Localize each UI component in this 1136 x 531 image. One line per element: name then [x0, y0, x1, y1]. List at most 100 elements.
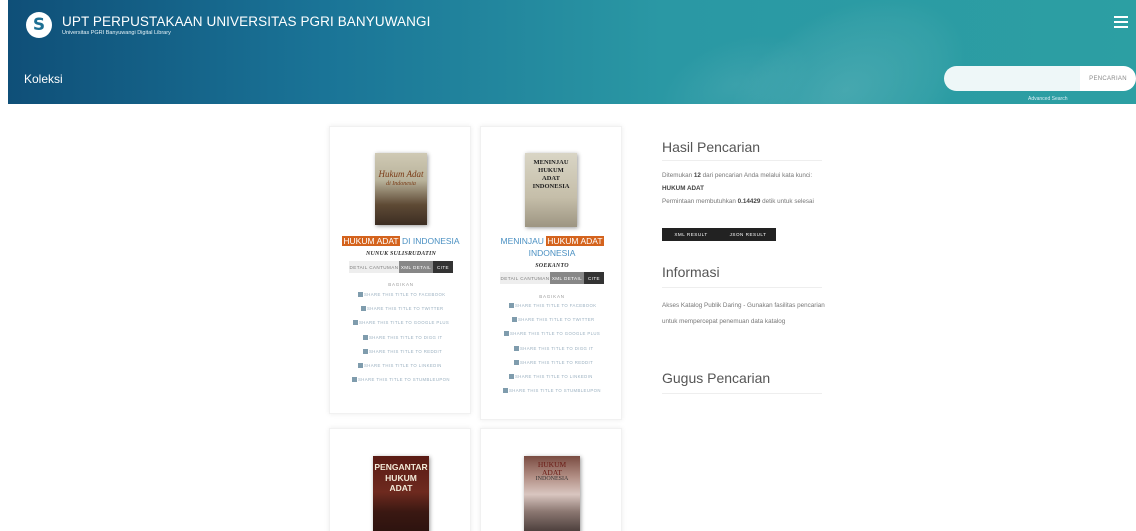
book-title-link[interactable]: MENINJAU HUKUM ADAT INDONESIA: [485, 235, 619, 259]
share-label: SHARE THIS TITLE TO TWITTER: [518, 317, 595, 322]
share-label: SHARE THIS TITLE TO FACEBOOK: [515, 303, 597, 308]
xml-detail-button[interactable]: XML DETAIL: [399, 261, 433, 273]
cover-title-line: di Indonesia: [386, 181, 416, 187]
share-label: SHARE THIS TITLE TO REDDIT: [369, 349, 443, 354]
share-label: SHARE THIS TITLE TO GOOGLE PLUS: [510, 331, 601, 336]
share-link-google-plus[interactable]: SHARE THIS TITLE TO GOOGLE PLUS: [353, 320, 449, 325]
share-link-facebook[interactable]: SHARE THIS TITLE TO FACEBOOK: [358, 292, 446, 297]
book-cover[interactable]: MENINJAU HUKUM ADAT INDONESIA: [525, 153, 577, 227]
broken-image-icon: [358, 363, 363, 368]
broken-image-icon: [352, 377, 357, 382]
share-label: SHARE THIS TITLE TO GOOGLE PLUS: [359, 320, 450, 325]
share-link-stumbleupon[interactable]: SHARE THIS TITLE TO STUMBLEUPON: [503, 388, 601, 393]
site-title[interactable]: UPT PERPUSTAKAAN UNIVERSITAS PGRI BANYUW…: [62, 14, 430, 29]
broken-image-icon: [514, 346, 519, 351]
broken-image-icon: [361, 306, 366, 311]
cover-title-line: HUKUM ADAT: [385, 473, 417, 493]
timing-value: 0.14429: [737, 198, 761, 205]
share-link-google-plus[interactable]: SHARE THIS TITLE TO GOOGLE PLUS: [504, 331, 600, 336]
xml-result-button[interactable]: XML RESULT: [662, 228, 720, 241]
xml-detail-button[interactable]: XML DETAIL: [550, 272, 584, 284]
results-divider: [662, 160, 822, 161]
share-heading: BAGIKAN: [539, 294, 565, 299]
results-text: Ditemukan: [662, 172, 694, 179]
share-label: SHARE THIS TITLE TO LINKEDIN: [364, 363, 442, 368]
cite-button[interactable]: CITE: [584, 272, 604, 284]
cluster-divider: [662, 393, 822, 394]
book-author: SOEKANTO: [535, 263, 569, 269]
title-highlight: ADAT: [375, 236, 400, 246]
detail-button[interactable]: DETAIL CANTUMAN: [349, 261, 399, 273]
library-logo[interactable]: S: [26, 12, 52, 38]
cover-title-line: Hukum Adat: [378, 169, 424, 179]
broken-image-icon: [363, 335, 368, 340]
cluster-heading: Gugus Pencarian: [662, 370, 771, 386]
share-label: SHARE THIS TITLE TO REDDIT: [520, 360, 594, 365]
info-divider: [662, 287, 822, 288]
share-link-digg[interactable]: SHARE THIS TITLE TO DIGG IT: [363, 335, 443, 340]
broken-image-icon: [353, 320, 358, 325]
share-link-digg[interactable]: SHARE THIS TITLE TO DIGG IT: [514, 346, 594, 351]
cover-title-line: MENINJAU: [533, 159, 569, 166]
share-label: SHARE THIS TITLE TO DIGG IT: [520, 346, 594, 351]
broken-image-icon: [514, 360, 519, 365]
share-link-linkedin[interactable]: SHARE THIS TITLE TO LINKEDIN: [509, 374, 593, 379]
share-link-twitter[interactable]: SHARE THIS TITLE TO TWITTER: [361, 306, 444, 311]
search-input[interactable]: [944, 66, 1080, 91]
share-link-stumbleupon[interactable]: SHARE THIS TITLE TO STUMBLEUPON: [352, 377, 450, 382]
book-title-link[interactable]: HUKUM ADAT DI INDONESIA: [334, 235, 468, 247]
page-title: Koleksi: [24, 72, 63, 86]
site-header: S UPT PERPUSTAKAAN UNIVERSITAS PGRI BANY…: [8, 0, 1136, 104]
timing-text: Permintaan membutuhkan: [662, 198, 738, 205]
cover-title-line: INDONESIA: [532, 183, 570, 190]
site-subtitle: Universitas PGRI Banyuwangi Digital Libr…: [62, 30, 171, 36]
share-link-twitter[interactable]: SHARE THIS TITLE TO TWITTER: [512, 317, 595, 322]
book-card: MENINJAU HUKUM ADAT INDONESIA MENINJAU H…: [480, 126, 622, 420]
share-link-reddit[interactable]: SHARE THIS TITLE TO REDDIT: [363, 349, 442, 354]
book-card: HUKUM ADAT INDONESIA: [480, 428, 622, 531]
results-keyword: HUKUM ADAT: [662, 185, 704, 192]
share-label: SHARE THIS TITLE TO DIGG IT: [369, 335, 443, 340]
logo-glyph: S: [32, 14, 46, 35]
share-heading: BAGIKAN: [388, 282, 414, 287]
broken-image-icon: [503, 388, 508, 393]
broken-image-icon: [363, 349, 368, 354]
broken-image-icon: [509, 374, 514, 379]
broken-image-icon: [512, 317, 517, 322]
book-cover[interactable]: Hukum Adat di Indonesia: [375, 153, 427, 225]
info-heading: Informasi: [662, 264, 720, 280]
book-card: Hukum Adat di Indonesia HUKUM ADAT DI IND…: [329, 126, 471, 414]
title-highlight: HUKUM: [546, 236, 580, 246]
cover-title-line: HUKUM: [538, 167, 564, 174]
json-result-button[interactable]: JSON RESULT: [720, 228, 776, 241]
hamburger-menu-icon[interactable]: [1114, 16, 1128, 28]
share-link-linkedin[interactable]: SHARE THIS TITLE TO LINKEDIN: [358, 363, 442, 368]
title-highlight: HUKUM: [342, 236, 376, 246]
book-actions: DETAIL CANTUMAN XML DETAIL CITE: [349, 261, 453, 273]
title-text: INDONESIA: [528, 248, 576, 258]
book-cover[interactable]: PENGANTAR HUKUM ADAT: [373, 456, 429, 531]
book-actions: DETAIL CANTUMAN XML DETAIL CITE: [500, 272, 604, 284]
results-summary: Ditemukan 12 dari pencarian Anda melalui…: [662, 169, 830, 208]
broken-image-icon: [358, 292, 363, 297]
broken-image-icon: [509, 303, 514, 308]
cover-title-line: PENGANTAR: [374, 462, 428, 472]
header-leaf-decoration-2: [645, 15, 827, 104]
title-highlight: ADAT: [579, 236, 604, 246]
cover-title-line: INDONESIA: [535, 476, 569, 482]
share-link-reddit[interactable]: SHARE THIS TITLE TO REDDIT: [514, 360, 593, 365]
share-label: SHARE THIS TITLE TO STUMBLEUPON: [358, 377, 450, 382]
results-text: dari pencarian Anda melalui kata kunci:: [700, 172, 813, 179]
share-label: SHARE THIS TITLE TO LINKEDIN: [515, 374, 593, 379]
book-card: PENGANTAR HUKUM ADAT: [329, 428, 471, 531]
search-button[interactable]: PENCARIAN: [1080, 66, 1136, 91]
book-author: NUNUK SULISRUDATIN: [365, 251, 437, 257]
advanced-search-link[interactable]: Advanced Search: [1028, 96, 1067, 102]
share-label: SHARE THIS TITLE TO TWITTER: [367, 306, 444, 311]
results-count: 12: [693, 172, 701, 179]
title-text: MENINJAU: [500, 236, 547, 246]
share-link-facebook[interactable]: SHARE THIS TITLE TO FACEBOOK: [509, 303, 597, 308]
detail-button[interactable]: DETAIL CANTUMAN: [500, 272, 550, 284]
book-cover[interactable]: HUKUM ADAT INDONESIA: [524, 456, 580, 531]
cite-button[interactable]: CITE: [433, 261, 453, 273]
